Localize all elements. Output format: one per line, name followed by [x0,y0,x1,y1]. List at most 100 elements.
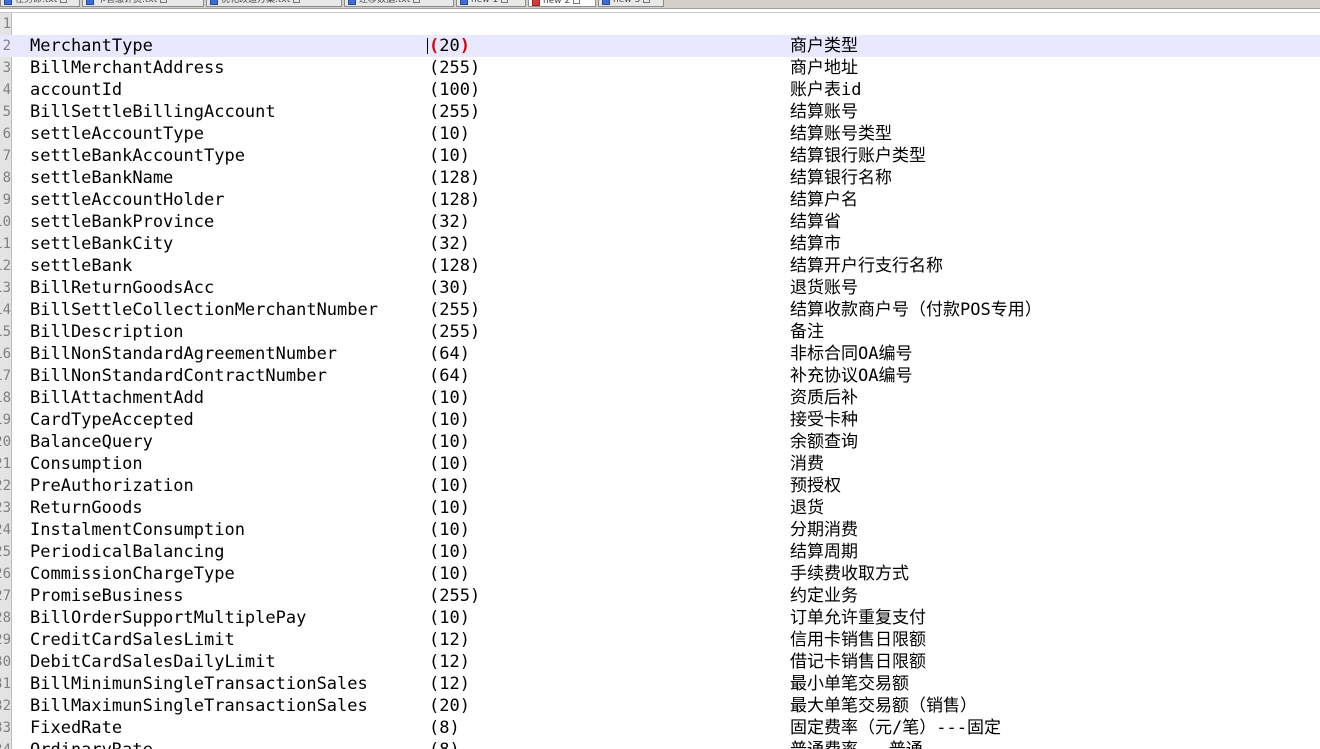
text-line[interactable]: 23 ReturnGoods (10) 退货 [0,497,1320,519]
field-length: (30) [429,278,470,298]
field-description: 备注 [790,322,824,342]
tab-label: new 1 [471,0,499,5]
line-number: 26 [0,566,11,582]
text-line[interactable]: 21 Consumption (10) 消费 [0,453,1320,475]
tab-4[interactable]: 迁移数据.txt [344,0,454,7]
field-description: 消费 [790,454,824,474]
field-description: 商户地址 [790,58,858,78]
field-name: BalanceQuery [30,432,153,452]
field-length: (10) [429,432,470,452]
text-line[interactable]: 30 DebitCardSalesDailyLimit (12) 借记卡销售日限额 [0,651,1320,673]
text-line[interactable]: 12 settleBank (128) 结算开户行支行名称 [0,255,1320,277]
field-length: (20) [429,696,470,716]
field-length: (10) [429,542,470,562]
close-tab-icon[interactable] [643,0,651,3]
line-number: 33 [0,720,11,736]
file-icon [4,0,12,5]
tab-5[interactable]: new 1 [456,0,526,7]
tab-1[interactable]: 任务命.txt [0,0,80,7]
line-number: 4 [2,82,11,98]
field-description: 结算账号 [790,102,858,122]
line-number: 3 [2,60,11,76]
text-line[interactable]: 33 FixedRate (8) 固定费率（元/笔）---固定 [0,717,1320,739]
text-line[interactable]: 13 BillReturnGoodsAcc (30) 退货账号 [0,277,1320,299]
line-number: 23 [0,500,11,516]
field-name: BillMerchantAddress [30,58,225,78]
text-line[interactable]: 9 settleAccountHolder (128) 结算户名 [0,189,1320,211]
line-number: 31 [0,676,11,692]
close-tab-icon[interactable] [501,0,509,3]
text-line[interactable]: 26 CommissionChargeType (10) 手续费收取方式 [0,563,1320,585]
text-line[interactable]: 28 BillOrderSupportMultiplePay (10) 订单允许重复支… [0,607,1320,629]
text-line[interactable]: 20 BalanceQuery (10) 余额查询 [0,431,1320,453]
file-icon [460,0,468,5]
text-line[interactable]: 16 BillNonStandardAgreementNumber (64) 非标合同… [0,343,1320,365]
text-line[interactable]: 5 BillSettleBillingAccount (255) 结算账号 [0,101,1320,123]
field-length: (10) [429,454,470,474]
field-length: (10) [429,564,470,584]
field-name: DebitCardSalesDailyLimit [30,652,276,672]
line-number: 7 [2,148,11,164]
field-description: 手续费收取方式 [790,564,909,584]
field-description: 约定业务 [790,586,858,606]
field-name: BillMaximunSingleTransactionSales [30,696,368,716]
tab-7[interactable]: new 3 [598,0,664,7]
field-description: 订单允许重复支付 [790,608,926,628]
text-line[interactable]: 7 settleBankAccountType (10) 结算银行账户类型 [0,145,1320,167]
line-number: 29 [0,632,11,648]
tab-6[interactable]: new 2 [528,0,596,7]
text-line[interactable]: 14 BillSettleCollectionMerchantNumber (255… [0,299,1320,321]
field-length: (64) [429,366,470,386]
text-line[interactable]: 1 [0,13,1320,35]
field-length: (255) [429,586,481,606]
field-description: 接受卡种 [790,410,858,430]
line-number: 12 [0,258,11,274]
text-line[interactable]: 3 BillMerchantAddress (255) 商户地址 [0,57,1320,79]
line-number: 8 [2,170,11,186]
field-length: (32) [429,234,470,254]
field-length: (12) [429,652,470,672]
text-line[interactable]: 34 OrdinaryRate (8) 普通费率---普通 [0,739,1320,749]
text-line[interactable]: 19 CardTypeAccepted (10) 接受卡种 [0,409,1320,431]
close-tab-icon[interactable] [60,0,68,3]
text-line[interactable]: 31 BillMinimunSingleTransactionSales (12) 最… [0,673,1320,695]
text-line[interactable]: 18 BillAttachmentAdd (10) 资质后补 [0,387,1320,409]
close-tab-icon[interactable] [160,0,168,3]
text-line[interactable]: 27 PromiseBusiness (255) 约定业务 [0,585,1320,607]
field-name: settleBank [30,256,133,276]
tab-label: 迁移数据.txt [359,0,411,5]
text-line[interactable]: 17 BillNonStandardContractNumber (64) 补充协议O… [0,365,1320,387]
field-name: MerchantType [30,36,153,56]
text-line[interactable]: 11 settleBankCity (32) 结算市 [0,233,1320,255]
close-tab-icon[interactable] [293,0,301,3]
field-description: 账户表id [790,80,862,100]
line-number: 14 [0,302,11,318]
line-number: 1 [2,16,11,32]
text-line[interactable]: 32 BillMaximunSingleTransactionSales (20) 最… [0,695,1320,717]
text-line[interactable]: 25 PeriodicalBalancing (10) 结算周期 [0,541,1320,563]
text-line[interactable]: 22 PreAuthorization (10) 预授权 [0,475,1320,497]
text-line[interactable]: 29 CreditCardSalesLimit (12) 信用卡销售日限额 [0,629,1320,651]
field-name: BillSettleBillingAccount [30,102,276,122]
text-line[interactable]: 4 accountId (100) 账户表id [0,79,1320,101]
close-tab-icon[interactable] [573,0,581,4]
text-line[interactable]: 10 settleBankProvince (32) 结算省 [0,211,1320,233]
tab-3[interactable]: 优化改造方案.txt [206,0,342,7]
text-line[interactable]: 2 MerchantType (20) 商户类型 [0,35,1320,57]
text-line[interactable]: 6 settleAccountType (10) 结算账号类型 [0,123,1320,145]
line-number: 18 [0,390,11,406]
field-name: settleAccountHolder [30,190,225,210]
field-description: 结算银行名称 [790,168,892,188]
field-name: settleBankProvince [30,212,215,232]
field-description: 最大单笔交易额（销售） [790,696,977,716]
field-length: (32) [429,212,470,232]
editor-area[interactable]: 1 2 MerchantType (20) 商户类型 3 BillMerchantAddre… [0,13,1320,749]
text-line[interactable]: 15 BillDescription (255) 备注 [0,321,1320,343]
tab-2[interactable]: 卡管缴计费.txt [82,0,204,7]
text-line[interactable]: 24 InstalmentConsumption (10) 分期消费 [0,519,1320,541]
line-number: 24 [0,522,11,538]
field-name: BillAttachmentAdd [30,388,204,408]
field-name: BillDescription [30,322,184,342]
close-tab-icon[interactable] [413,0,421,3]
text-line[interactable]: 8 settleBankName (128) 结算银行名称 [0,167,1320,189]
